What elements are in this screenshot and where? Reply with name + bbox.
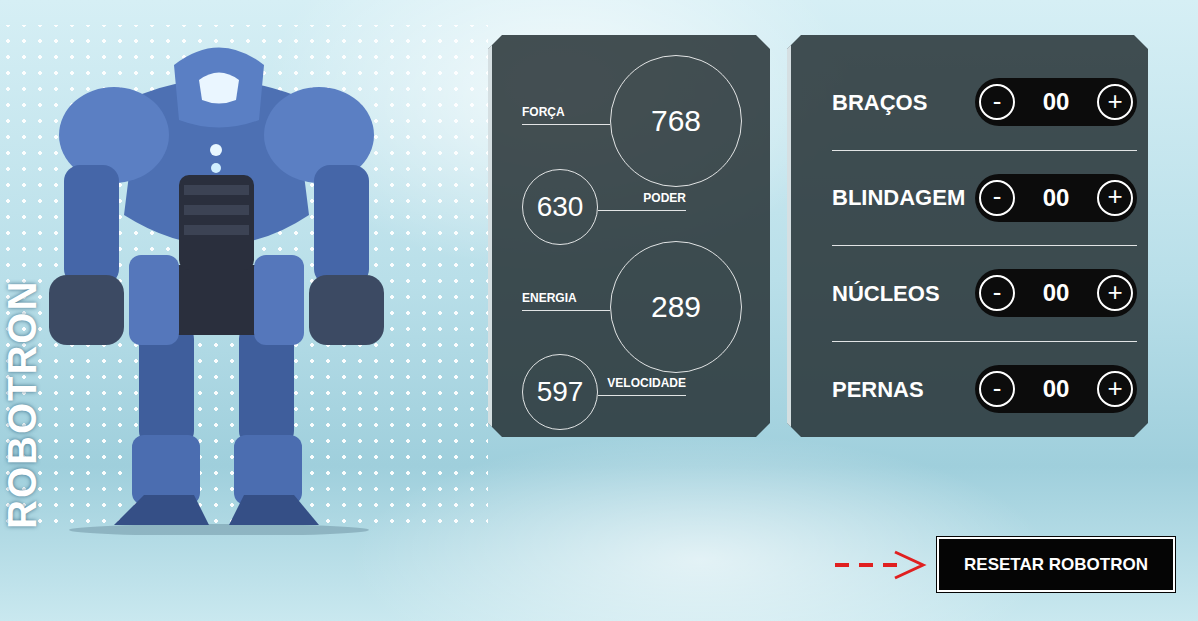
decrease-button[interactable]: -	[979, 84, 1015, 120]
stat-label: FORÇA	[522, 103, 610, 125]
arrow-icon	[833, 548, 927, 582]
parts-panel: BRAÇOS-00+BLINDAGEM-00+NÚCLEOS-00+PERNAS…	[787, 35, 1148, 437]
part-stepper: -00 +	[975, 78, 1137, 126]
stat-value: 289	[610, 241, 742, 373]
robot-area: ROBOTRON	[0, 25, 488, 535]
part-stepper: -00 +	[975, 174, 1137, 222]
stat-label-wrap: PODER	[598, 189, 686, 211]
part-stepper: -00 +	[975, 269, 1137, 317]
stat-label-wrap: FORÇA	[522, 103, 610, 125]
stat-row: ENERGIA289	[522, 241, 742, 373]
part-count: 00	[1043, 180, 1070, 216]
main-area: ROBOTRONFORÇA768630PODERENERGIA289597VEL…	[0, 0, 1198, 535]
part-count: 00	[1043, 84, 1070, 120]
robot-builder: ROBOTRONFORÇA768630PODERENERGIA289597VEL…	[0, 0, 1198, 621]
stat-row: 630PODER	[522, 169, 742, 245]
decrease-button[interactable]: -	[979, 180, 1015, 216]
game-title: ROBOTRON	[0, 25, 44, 535]
stat-row: FORÇA768	[522, 55, 742, 187]
part-label: BLINDAGEM	[832, 181, 965, 214]
part-row: BLINDAGEM-00 +	[832, 151, 1137, 247]
part-row: NÚCLEOS -00 +	[832, 246, 1137, 342]
stat-label: PODER	[598, 189, 686, 211]
stats-panel: FORÇA768630PODERENERGIA289597VELOCIDADE	[488, 35, 770, 437]
increase-button[interactable]: +	[1097, 275, 1133, 311]
part-row: BRAÇOS -00 +	[832, 55, 1137, 151]
stat-value: 597	[522, 354, 598, 430]
stat-value: 768	[610, 55, 742, 187]
increase-button[interactable]: +	[1097, 84, 1133, 120]
stat-label-wrap: VELOCIDADE	[598, 374, 686, 396]
part-count: 00	[1043, 275, 1070, 311]
decrease-button[interactable]: -	[979, 371, 1015, 407]
part-label: NÚCLEOS	[832, 277, 940, 310]
part-stepper: -00 +	[975, 365, 1137, 413]
increase-button[interactable]: +	[1097, 371, 1133, 407]
part-label: BRAÇOS	[832, 86, 927, 119]
stat-label: VELOCIDADE	[598, 374, 686, 396]
stat-label: ENERGIA	[522, 289, 610, 311]
stat-row: 597VELOCIDADE	[522, 354, 742, 430]
part-count: 00	[1043, 371, 1070, 407]
part-label: PERNAS	[832, 373, 924, 406]
robot-image	[44, 25, 389, 535]
reset-button[interactable]: RESETAR ROBOTRON	[937, 537, 1175, 592]
increase-button[interactable]: +	[1097, 180, 1133, 216]
part-row: PERNAS -00 +	[832, 342, 1137, 438]
stat-label-wrap: ENERGIA	[522, 289, 610, 311]
reset-area: RESETAR ROBOTRON	[0, 537, 1198, 592]
decrease-button[interactable]: -	[979, 275, 1015, 311]
stat-value: 630	[522, 169, 598, 245]
